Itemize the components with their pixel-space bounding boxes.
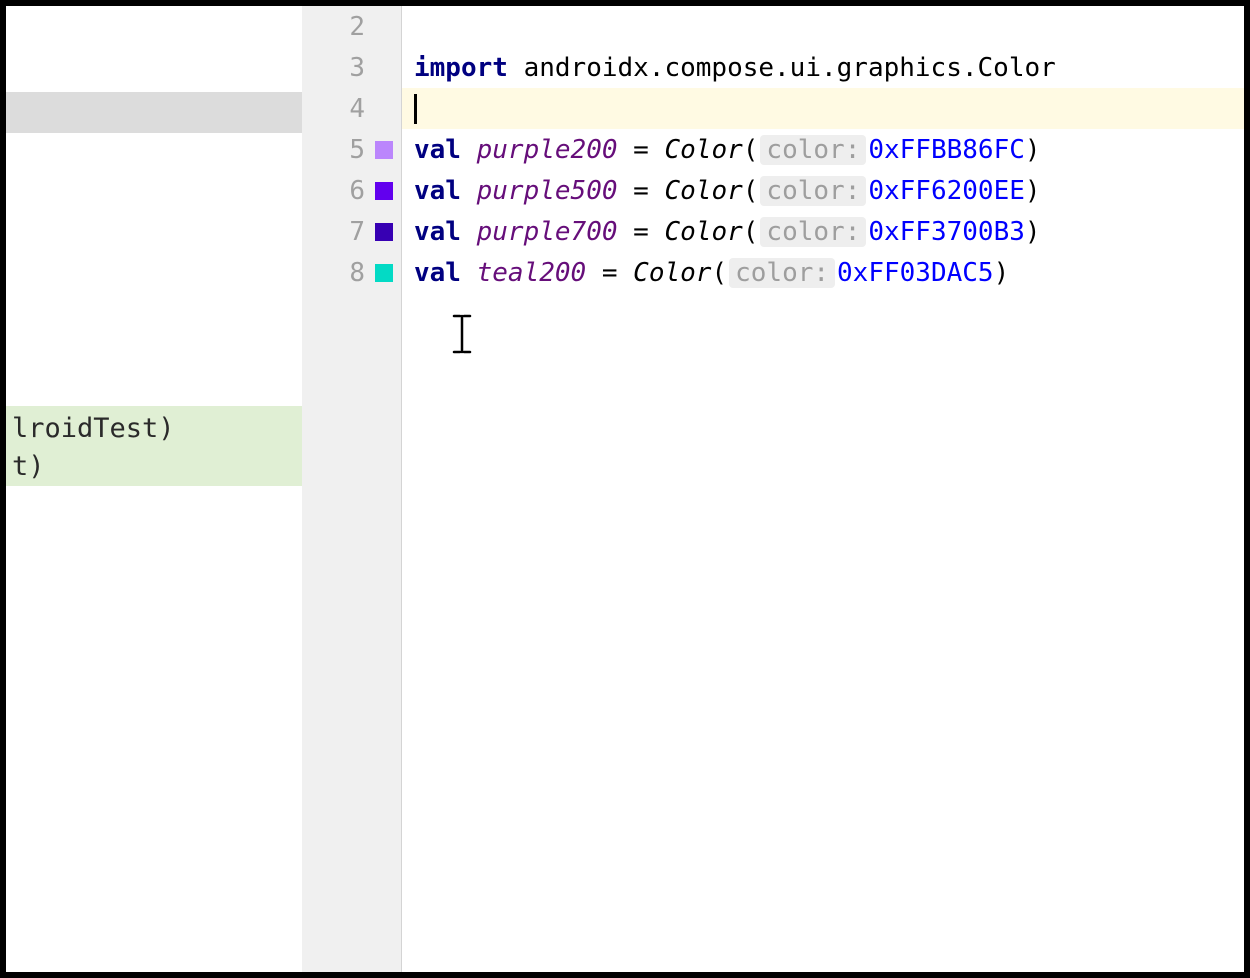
line-number: 2 [333, 12, 365, 42]
project-tree-panel[interactable]: lroidTest) t) [6, 6, 302, 972]
type-name: Color [664, 135, 742, 165]
code-line[interactable]: val purple700 = Color( color: 0xFF3700B3… [402, 211, 1244, 252]
code-text: = [618, 176, 665, 206]
number-literal: 0xFF03DAC5 [837, 258, 994, 288]
identifier: purple500 [477, 176, 618, 206]
code-text: androidx.compose.ui.graphics.Color [508, 53, 1056, 83]
code-line-current[interactable] [402, 88, 1244, 129]
swatch-spacer [375, 100, 393, 118]
line-number: 7 [333, 217, 365, 247]
identifier: purple700 [477, 217, 618, 247]
tree-item[interactable]: lroidTest) [12, 410, 296, 448]
code-line[interactable]: import androidx.compose.ui.graphics.Colo… [402, 47, 1244, 88]
code-line[interactable]: val purple200 = Color( color: 0xFFBB86FC… [402, 129, 1244, 170]
gutter-row[interactable]: 3 [302, 47, 401, 88]
number-literal: 0xFF6200EE [868, 176, 1025, 206]
gutter-row[interactable]: 7 [302, 211, 401, 252]
gutter-row[interactable]: 5 [302, 129, 401, 170]
line-number: 6 [333, 176, 365, 206]
keyword: val [414, 176, 461, 206]
gutter-row[interactable]: 6 [302, 170, 401, 211]
line-number: 5 [333, 135, 365, 165]
number-literal: 0xFFBB86FC [868, 135, 1025, 165]
code-line[interactable]: val teal200 = Color( color: 0xFF03DAC5) [402, 252, 1244, 293]
color-swatch-icon[interactable] [375, 264, 393, 282]
gutter-row[interactable]: 4 [302, 88, 401, 129]
keyword: val [414, 217, 461, 247]
text-caret [414, 94, 417, 124]
param-hint: color: [729, 258, 835, 288]
swatch-spacer [375, 59, 393, 77]
type-name: Color [664, 176, 742, 206]
code-line[interactable]: val purple500 = Color( color: 0xFF6200EE… [402, 170, 1244, 211]
color-swatch-icon[interactable] [375, 223, 393, 241]
ide-window: lroidTest) t) 2 3 4 5 6 7 8 [6, 6, 1244, 972]
code-text: = [586, 258, 633, 288]
type-name: Color [633, 258, 711, 288]
tree-test-sources[interactable]: lroidTest) t) [6, 406, 302, 486]
color-swatch-icon[interactable] [375, 141, 393, 159]
number-literal: 0xFF3700B3 [868, 217, 1025, 247]
keyword: import [414, 53, 508, 83]
identifier: teal200 [477, 258, 587, 288]
code-text: = [618, 135, 665, 165]
line-number: 8 [333, 258, 365, 288]
code-line[interactable] [402, 6, 1244, 47]
type-name: Color [664, 217, 742, 247]
param-hint: color: [760, 135, 866, 165]
param-hint: color: [760, 217, 866, 247]
gutter-row[interactable]: 8 [302, 252, 401, 293]
keyword: val [414, 258, 461, 288]
identifier: purple200 [477, 135, 618, 165]
tree-item[interactable]: t) [12, 448, 296, 486]
code-editor[interactable]: import androidx.compose.ui.graphics.Colo… [402, 6, 1244, 972]
code-text: = [618, 217, 665, 247]
color-swatch-icon[interactable] [375, 182, 393, 200]
keyword: val [414, 135, 461, 165]
gutter-row[interactable]: 2 [302, 6, 401, 47]
line-number: 4 [333, 94, 365, 124]
editor-gutter[interactable]: 2 3 4 5 6 7 8 [302, 6, 402, 972]
swatch-spacer [375, 18, 393, 36]
param-hint: color: [760, 176, 866, 206]
tree-selection-bar [6, 92, 302, 133]
ibeam-cursor-icon [452, 314, 472, 365]
line-number: 3 [333, 53, 365, 83]
